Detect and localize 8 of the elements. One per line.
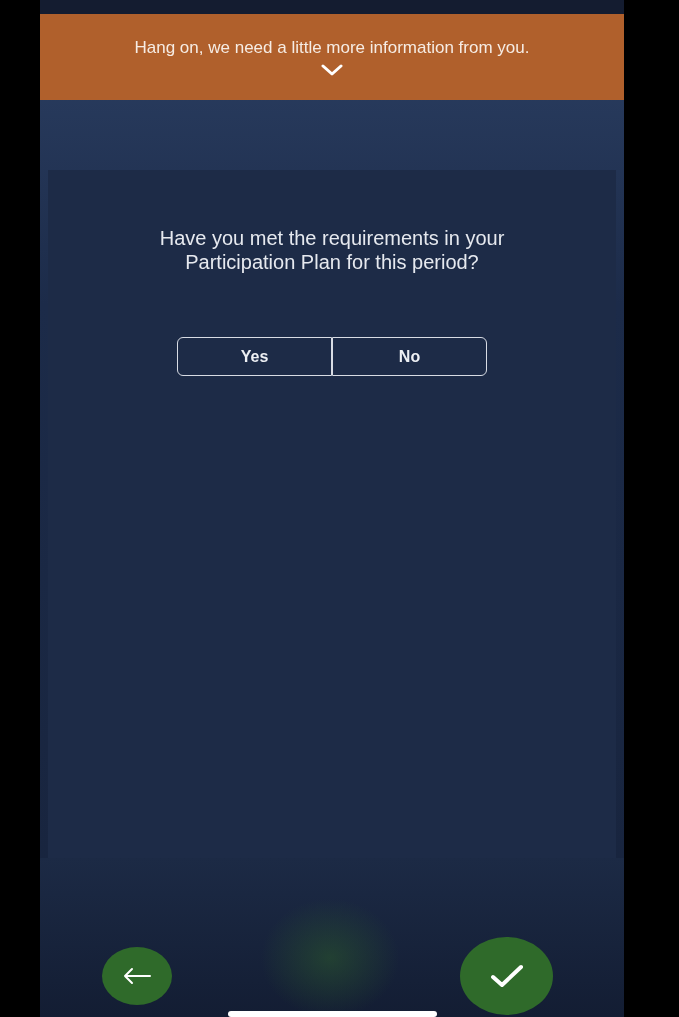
notice-message: Hang on, we need a little more information from you. — [134, 38, 530, 58]
notice-banner[interactable]: Hang on, we need a little more information from you. — [40, 14, 624, 100]
checkmark-icon — [489, 963, 524, 989]
chevron-down-icon — [321, 64, 343, 76]
answer-option[interactable]: No — [332, 337, 487, 376]
answer-option[interactable]: Yes — [177, 337, 332, 376]
arrow-left-icon — [122, 967, 152, 985]
question-text: Have you met the requirements in your Participation Plan for this period? — [158, 226, 506, 274]
